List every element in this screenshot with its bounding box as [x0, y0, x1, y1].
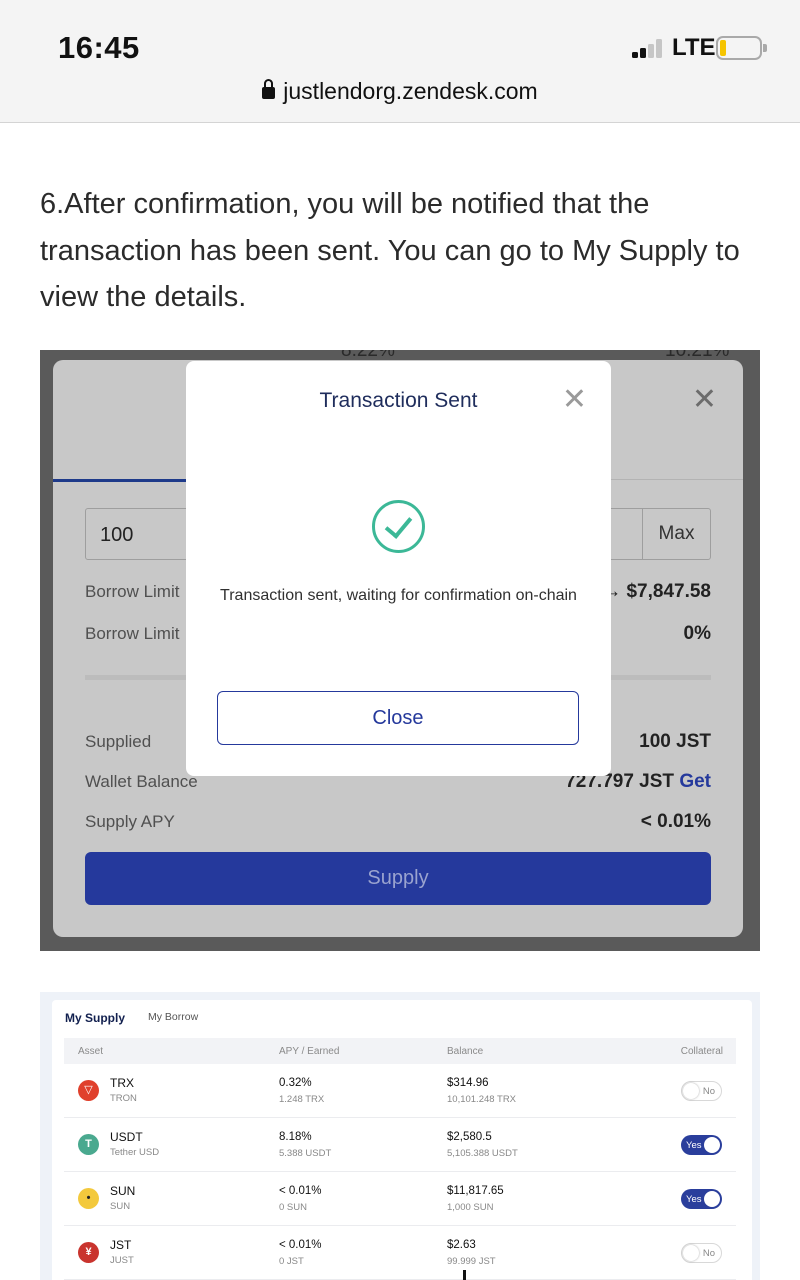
supplied-label: Supplied — [85, 732, 152, 751]
wallet-balance-label: Wallet Balance — [85, 772, 198, 791]
collateral-toggle-label: Yes — [686, 1194, 702, 1205]
asset-name: Tether USD — [110, 1147, 160, 1158]
asset-name: TRON — [110, 1093, 137, 1104]
supply-apy-row: Supply APY < 0.01% — [85, 811, 711, 832]
asset-name: JUST — [110, 1255, 134, 1266]
asset-symbol: USDT — [110, 1130, 143, 1144]
asset-apy: < 0.01% — [279, 1239, 322, 1251]
trx-coin-icon: ▽ — [78, 1080, 99, 1101]
asset-earned: 5.388 USDT — [279, 1148, 332, 1159]
asset-symbol: TRX — [110, 1076, 134, 1090]
asset-apy: < 0.01% — [279, 1185, 322, 1197]
supply-apy-label: Supply APY — [85, 812, 175, 831]
borrow-limit-used-value: 0% — [683, 623, 711, 644]
asset-apy: 0.32% — [279, 1077, 312, 1089]
network-type: LTE — [672, 34, 716, 61]
collateral-toggle-label: No — [702, 1086, 715, 1097]
asset-balance: $11,817.65 — [447, 1185, 504, 1197]
status-time: 16:45 — [58, 30, 140, 65]
asset-apy: 8.18% — [279, 1131, 312, 1143]
modal-message: Transaction sent, waiting for confirmati… — [220, 587, 577, 604]
asset-balance-amount: 5,105.388 USDT — [447, 1148, 518, 1159]
jst-coin-icon: ¥ — [78, 1242, 99, 1263]
supply-button[interactable]: Supply — [85, 852, 711, 905]
text-cursor — [463, 1270, 466, 1280]
header-balance: Balance — [447, 1046, 484, 1057]
active-tab-indicator — [53, 479, 193, 482]
amount-value: 100 — [100, 524, 134, 546]
modal-title: Transaction Sent — [319, 389, 478, 412]
table-row[interactable]: ▽ TRX TRON 0.32% 1.248 TRX $314.96 10,10… — [64, 1064, 736, 1118]
asset-symbol: SUN — [110, 1184, 136, 1198]
asset-earned: 0 SUN — [279, 1202, 307, 1213]
transaction-sent-modal: Transaction Sent ✕ Transaction sent, wai… — [186, 361, 611, 776]
collateral-toggle[interactable]: No — [681, 1081, 722, 1101]
max-button[interactable]: Max — [642, 509, 710, 559]
asset-balance: $314.96 — [447, 1077, 489, 1089]
asset-balance-amount: 10,101.248 TRX — [447, 1094, 517, 1105]
borrow-limit-value: → $7,847.58 — [602, 581, 711, 602]
asset-symbol: JST — [110, 1238, 132, 1252]
asset-earned: 0 JST — [279, 1256, 304, 1267]
asset-balance: $2,580.5 — [447, 1131, 492, 1143]
borrow-limit-label: Borrow Limit — [85, 582, 180, 601]
collateral-toggle[interactable]: No — [681, 1243, 722, 1263]
asset-earned: 1.248 TRX — [279, 1094, 325, 1105]
table-row[interactable]: • SUN SUN < 0.01% 0 SUN $11,817.65 1,000… — [64, 1172, 736, 1226]
usdt-coin-icon: T — [78, 1134, 99, 1155]
panel-close-icon[interactable]: ✕ — [692, 385, 717, 415]
collateral-toggle-label: Yes — [686, 1140, 702, 1151]
lock-icon — [262, 79, 276, 99]
supplied-value: 100 JST — [639, 731, 711, 752]
tab-my-supply[interactable]: My Supply — [65, 1011, 125, 1025]
address-bar[interactable]: justlendorg.zendesk.com — [0, 78, 800, 105]
header-asset: Asset — [78, 1046, 104, 1057]
cellular-signal-icon — [632, 38, 666, 58]
get-link[interactable]: Get — [679, 771, 711, 792]
url-text: justlendorg.zendesk.com — [283, 78, 538, 104]
header-collateral: Collateral — [680, 1046, 723, 1057]
battery-icon — [716, 36, 767, 60]
table-header: Asset APY / Earned Balance Collateral — [64, 1038, 736, 1064]
sun-coin-icon: • — [78, 1188, 99, 1209]
borrow-limit-used-label: Borrow Limit — [85, 624, 180, 643]
asset-name: SUN — [110, 1201, 131, 1212]
asset-balance-amount: 1,000 SUN — [447, 1202, 494, 1213]
collateral-toggle-label: No — [702, 1248, 715, 1259]
modal-close-icon[interactable]: ✕ — [562, 385, 587, 415]
supply-apy-value: < 0.01% — [640, 811, 711, 832]
tab-my-borrow[interactable]: My Borrow — [148, 1011, 198, 1023]
modal-close-button[interactable]: Close — [217, 691, 579, 745]
asset-balance-amount: 99.999 JST — [447, 1256, 496, 1267]
asset-balance: $2.63 — [447, 1239, 476, 1251]
collateral-toggle[interactable]: Yes — [681, 1135, 722, 1155]
header-apy: APY / Earned — [279, 1046, 340, 1057]
my-supply-screenshot: My Supply My Borrow Asset APY / Earned B… — [40, 992, 760, 1280]
success-check-icon — [372, 500, 425, 553]
collateral-toggle[interactable]: Yes — [681, 1189, 722, 1209]
table-row[interactable]: ¥ JST JUST < 0.01% 0 JST $2.63 99.999 JS… — [64, 1226, 736, 1280]
table-row[interactable]: T USDT Tether USD 8.18% 5.388 USDT $2,58… — [64, 1118, 736, 1172]
browser-top-bar: 16:45 LTE justlendorg.zendesk.com — [0, 0, 800, 123]
article-paragraph: 6.After confirmation, you will be notifi… — [40, 188, 740, 313]
my-supply-card: My Supply My Borrow Asset APY / Earned B… — [52, 1000, 752, 1280]
